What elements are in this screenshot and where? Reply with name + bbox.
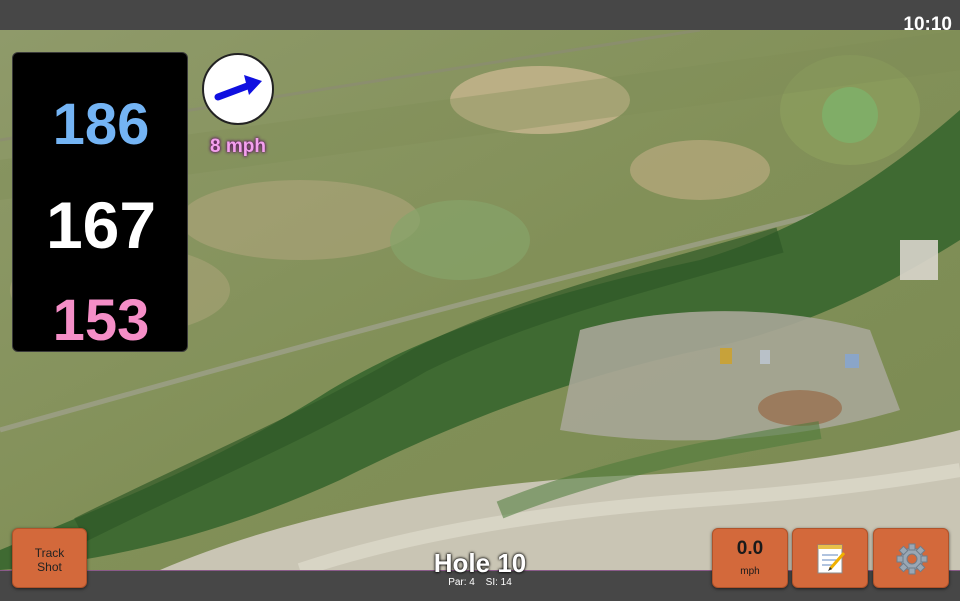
front-distance: 153 bbox=[52, 288, 150, 353]
wind-direction-indicator bbox=[202, 53, 274, 125]
speed-unit: mph bbox=[740, 566, 760, 577]
hole-info: Par: 4 SI: 14 bbox=[380, 577, 580, 588]
wind-speed-label: 8 mph bbox=[210, 136, 266, 157]
notepad-icon bbox=[817, 544, 846, 574]
hole-title: Hole 10 bbox=[433, 548, 527, 578]
track-shot-label-line1: Track bbox=[34, 546, 65, 560]
middle-distance: 167 bbox=[45, 188, 157, 262]
settings-button[interactable] bbox=[873, 528, 949, 588]
distance-panel: 186 167 153 bbox=[12, 52, 188, 353]
hole-par: Par: 4 bbox=[448, 577, 475, 588]
top-status-bar: 10:10 bbox=[0, 0, 960, 35]
hole-stroke-index: SI: 14 bbox=[485, 577, 512, 588]
notes-button[interactable] bbox=[792, 528, 868, 588]
track-shot-label-line2: Shot bbox=[37, 560, 62, 574]
speed-button[interactable]: 0.0 mph bbox=[712, 528, 788, 588]
satellite-map[interactable]: 186 167 153 8 mph bbox=[0, 30, 960, 570]
track-shot-button[interactable]: Track Shot bbox=[12, 528, 87, 588]
wind-direction-arrow-icon bbox=[214, 75, 262, 101]
gear-icon bbox=[896, 543, 928, 575]
speed-value: 0.0 bbox=[736, 538, 764, 559]
back-distance: 186 bbox=[52, 92, 150, 157]
